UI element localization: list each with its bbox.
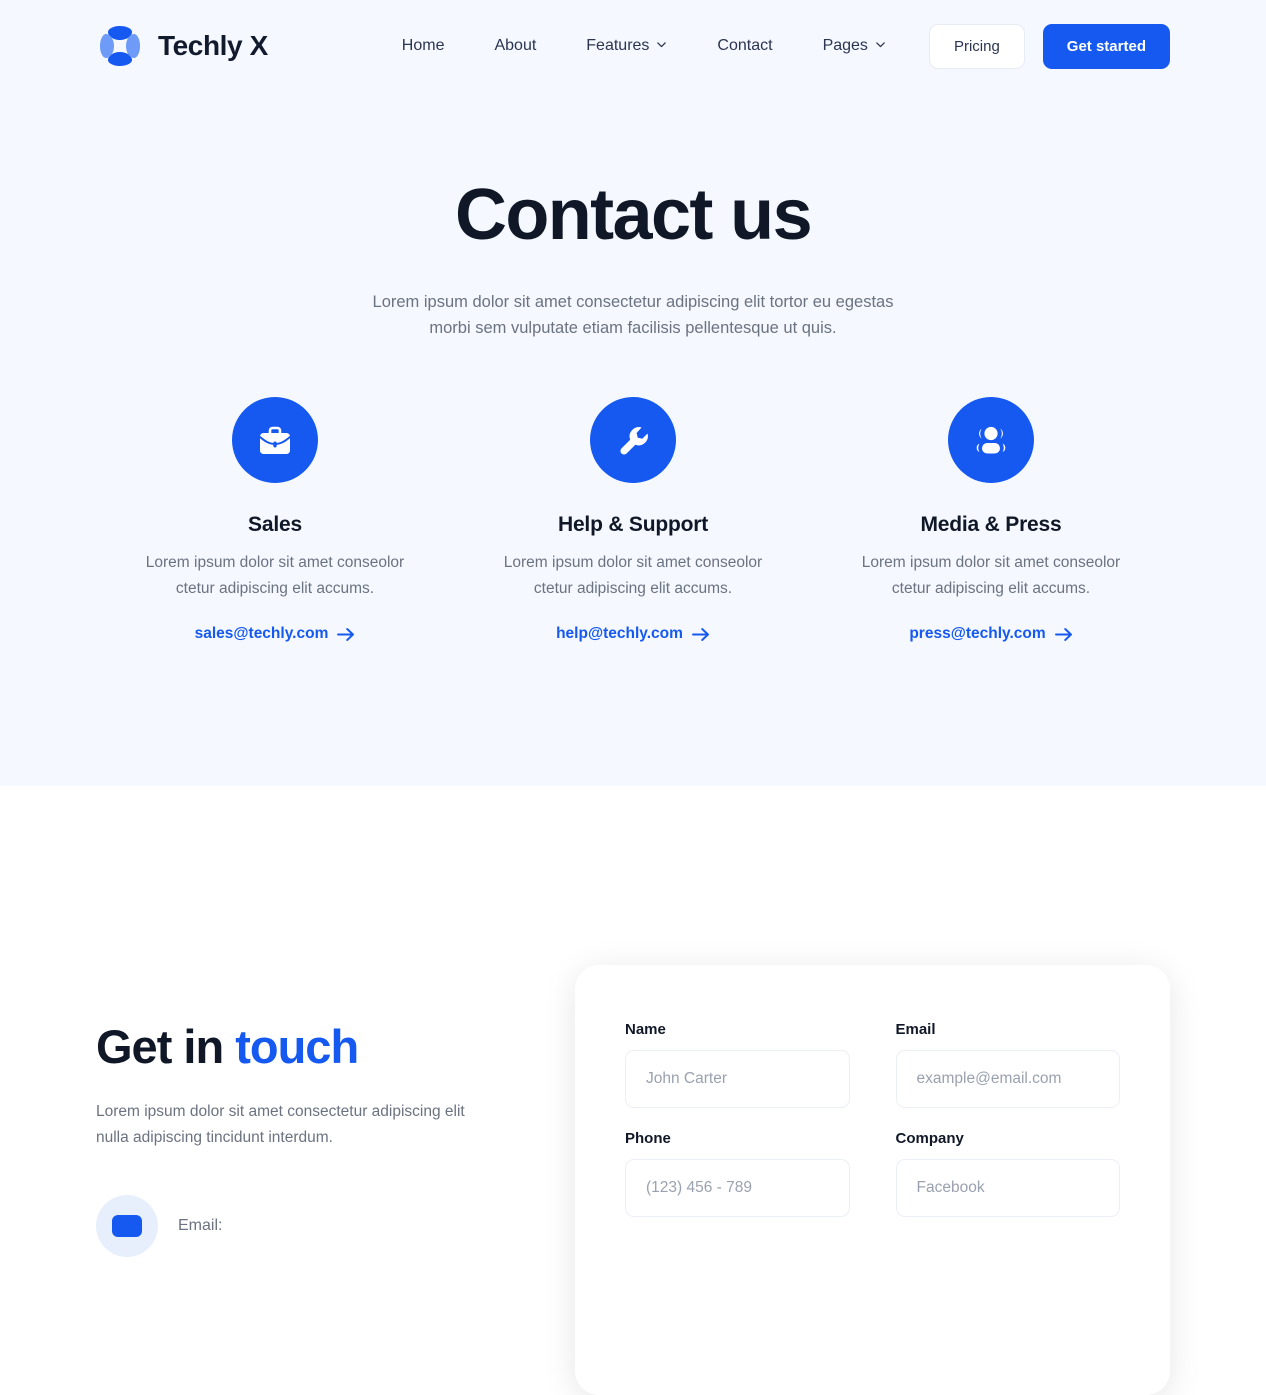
- get-in-touch-description: Lorem ipsum dolor sit amet consectetur a…: [96, 1102, 465, 1146]
- chevron-down-icon: [875, 39, 886, 50]
- nav-link-about[interactable]: About: [469, 38, 561, 54]
- form-field-phone: Phone: [625, 1130, 850, 1217]
- contact-form-card: Name Email Phone Company: [575, 965, 1170, 1395]
- nav-link-features[interactable]: Features: [561, 38, 692, 54]
- contact-card-sales: Sales Lorem ipsum dolor sit amet conseol…: [96, 397, 454, 643]
- arrow-right-icon: [337, 627, 355, 642]
- nav-link-pages-label: Pages: [822, 37, 868, 54]
- contact-card-title: Media & Press: [920, 513, 1062, 536]
- form-field-name: Name: [625, 1021, 850, 1108]
- brand-name: Techly X: [158, 30, 268, 61]
- brand-logo[interactable]: Techly X: [96, 22, 268, 70]
- form-field-email: Email: [895, 1021, 1120, 1108]
- users-group-icon: [948, 397, 1034, 483]
- company-field[interactable]: [895, 1159, 1120, 1217]
- nav-link-home-label: Home: [401, 37, 445, 54]
- nav-actions: Pricing Get started: [928, 23, 1170, 69]
- contact-info-item-email[interactable]: Email:: [96, 1194, 576, 1257]
- form-field-company: Company: [895, 1130, 1120, 1217]
- nav-links: Home About Features Contact Pages Pricin…: [377, 23, 1170, 69]
- name-field[interactable]: [625, 1050, 850, 1108]
- contact-card-email-link[interactable]: press@techly.com: [909, 625, 1072, 643]
- contact-card-media-press: Media & Press Lorem ipsum dolor sit amet…: [812, 397, 1170, 643]
- contact-card-description: Lorem ipsum dolor sit amet conseolor cte…: [503, 554, 763, 597]
- contact-info-label: Email:: [178, 1216, 223, 1234]
- contact-card-title: Help & Support: [557, 513, 709, 536]
- wrench-icon: [590, 397, 676, 483]
- company-field-label: Company: [895, 1130, 964, 1147]
- briefcase-icon: [232, 397, 318, 483]
- contact-card-description: Lorem ipsum dolor sit amet conseolor cte…: [861, 554, 1121, 597]
- get-in-touch-title-plain: Get in: [96, 1020, 236, 1073]
- nav-link-contact-label: Contact: [717, 37, 773, 54]
- nav-link-features-label: Features: [586, 37, 650, 54]
- email-field-label: Email: [895, 1021, 936, 1038]
- get-in-touch-title: Get in touch: [96, 1020, 576, 1073]
- contact-card-email-link[interactable]: help@techly.com: [556, 625, 710, 643]
- phone-field[interactable]: [625, 1159, 850, 1217]
- hero-heading-block: Contact us Lorem ipsum dolor sit amet co…: [0, 179, 1266, 341]
- arrow-right-icon: [1054, 627, 1073, 642]
- chevron-down-icon: [656, 39, 667, 50]
- nav-link-about-label: About: [494, 37, 537, 54]
- contact-form-grid: Name Email Phone Company: [625, 1021, 1120, 1217]
- contact-card-help-support: Help & Support Lorem ipsum dolor sit ame…: [454, 397, 812, 643]
- hero-subtitle: Lorem ipsum dolor sit amet consectetur a…: [372, 293, 894, 337]
- contact-card-email-text: press@techly.com: [909, 625, 1046, 642]
- get-started-button[interactable]: Get started: [1042, 23, 1170, 69]
- navbar: Techly X Home About Features Contact Pag…: [0, 0, 1266, 92]
- contact-card-email-text: help@techly.com: [556, 625, 683, 642]
- email-field[interactable]: [895, 1050, 1120, 1108]
- get-in-touch-title-accent: touch: [235, 1020, 359, 1073]
- page-title: Contact us: [454, 175, 813, 255]
- name-field-label: Name: [625, 1021, 666, 1038]
- techly-x-logo-icon: [96, 22, 144, 70]
- arrow-right-icon: [691, 627, 710, 642]
- nav-link-contact[interactable]: Contact: [692, 38, 797, 54]
- contact-card-email-link[interactable]: sales@techly.com: [195, 625, 356, 643]
- nav-link-home[interactable]: Home: [377, 38, 470, 54]
- contact-card-description: Lorem ipsum dolor sit amet conseolor cte…: [145, 554, 405, 597]
- nav-link-pages[interactable]: Pages: [798, 38, 911, 54]
- envelope-icon: [96, 1194, 158, 1257]
- contact-cards: Sales Lorem ipsum dolor sit amet conseol…: [0, 397, 1266, 643]
- pricing-button[interactable]: Pricing: [928, 23, 1025, 69]
- get-in-touch-text-block: Get in touch Lorem ipsum dolor sit amet …: [96, 786, 576, 1257]
- hero-section: Techly X Home About Features Contact Pag…: [0, 0, 1266, 786]
- contact-card-email-text: sales@techly.com: [194, 625, 329, 642]
- contact-card-title: Sales: [248, 513, 302, 536]
- phone-field-label: Phone: [625, 1130, 671, 1147]
